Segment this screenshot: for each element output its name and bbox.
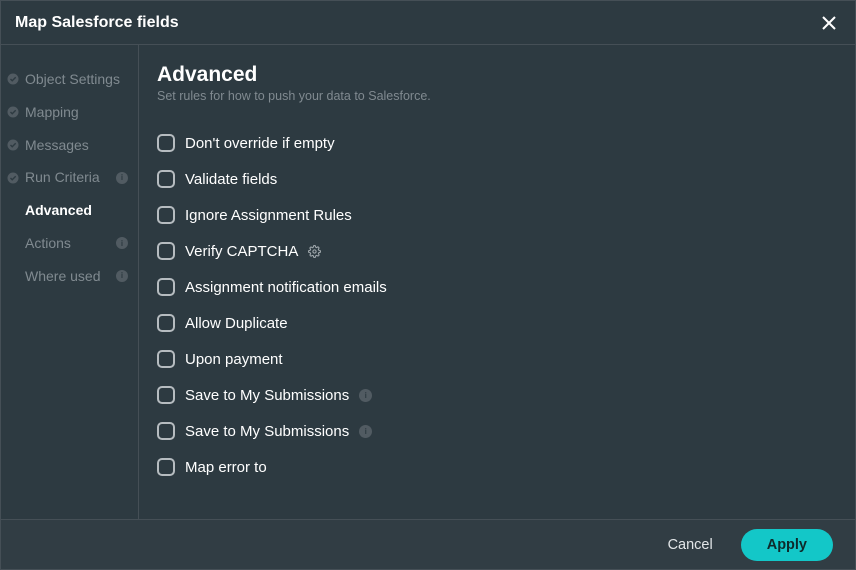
- checkbox[interactable]: [157, 350, 175, 368]
- close-button[interactable]: [817, 11, 841, 35]
- checkbox[interactable]: [157, 386, 175, 404]
- option-allow-duplicate: Allow Duplicate: [157, 305, 833, 341]
- sidebar-item-messages[interactable]: Messages: [1, 129, 138, 162]
- option-label: Validate fields: [185, 171, 277, 188]
- option-validate-fields: Validate fields: [157, 161, 833, 197]
- option-label: Upon payment: [185, 351, 283, 368]
- sidebar-item-label: Object Settings: [25, 71, 128, 88]
- option-label: Save to My Submissions: [185, 423, 349, 440]
- sidebar-item-actions[interactable]: Actions i: [1, 227, 138, 260]
- info-icon[interactable]: i: [359, 389, 372, 402]
- option-label: Assignment notification emails: [185, 279, 387, 296]
- sidebar-item-run-criteria[interactable]: Run Criteria i: [1, 161, 138, 194]
- sidebar-item-label: Messages: [25, 137, 128, 154]
- info-icon[interactable]: i: [359, 425, 372, 438]
- modal-body: Object Settings Mapping Messages Run Cri…: [1, 45, 855, 519]
- check-icon: [7, 73, 19, 85]
- check-icon: [7, 139, 19, 151]
- option-dont-override-if-empty: Don't override if empty: [157, 125, 833, 161]
- sidebar-item-label: Advanced: [25, 202, 128, 219]
- checkbox[interactable]: [157, 314, 175, 332]
- checkbox[interactable]: [157, 458, 175, 476]
- checkbox[interactable]: [157, 278, 175, 296]
- modal-map-salesforce-fields: Map Salesforce fields Object Settings Ma…: [0, 0, 856, 570]
- sidebar-item-advanced[interactable]: Advanced: [1, 194, 138, 227]
- checkbox[interactable]: [157, 134, 175, 152]
- close-icon: [821, 15, 837, 31]
- option-assignment-notification-emails: Assignment notification emails: [157, 269, 833, 305]
- sidebar-item-label: Where used: [25, 268, 110, 285]
- info-icon[interactable]: i: [116, 237, 128, 249]
- checkbox[interactable]: [157, 242, 175, 260]
- option-upon-payment: Upon payment: [157, 341, 833, 377]
- option-ignore-assignment-rules: Ignore Assignment Rules: [157, 197, 833, 233]
- option-label: Ignore Assignment Rules: [185, 207, 352, 224]
- option-label: Allow Duplicate: [185, 315, 288, 332]
- panel-heading: Advanced: [157, 63, 833, 87]
- titlebar: Map Salesforce fields: [1, 1, 855, 45]
- sidebar-item-mapping[interactable]: Mapping: [1, 96, 138, 129]
- check-icon: [7, 172, 19, 184]
- checkbox[interactable]: [157, 422, 175, 440]
- option-label: Map error to: [185, 459, 267, 476]
- option-label: Don't override if empty: [185, 135, 335, 152]
- sidebar: Object Settings Mapping Messages Run Cri…: [1, 45, 139, 519]
- option-save-to-my-submissions-1: Save to My Submissions i: [157, 377, 833, 413]
- checkbox[interactable]: [157, 206, 175, 224]
- option-save-to-my-submissions-2: Save to My Submissions i: [157, 413, 833, 449]
- sidebar-item-label: Mapping: [25, 104, 128, 121]
- info-icon[interactable]: i: [116, 172, 128, 184]
- panel-subtitle: Set rules for how to push your data to S…: [157, 89, 833, 103]
- check-icon: [7, 106, 19, 118]
- option-verify-captcha: Verify CAPTCHA: [157, 233, 833, 269]
- content-panel: Advanced Set rules for how to push your …: [139, 45, 855, 519]
- gear-icon[interactable]: [308, 245, 321, 258]
- cancel-button[interactable]: Cancel: [660, 531, 721, 559]
- info-icon[interactable]: i: [116, 270, 128, 282]
- sidebar-item-label: Actions: [25, 235, 110, 252]
- checkbox[interactable]: [157, 170, 175, 188]
- option-label: Save to My Submissions: [185, 387, 349, 404]
- modal-title: Map Salesforce fields: [15, 14, 179, 32]
- option-label: Verify CAPTCHA: [185, 243, 298, 260]
- apply-button[interactable]: Apply: [741, 529, 833, 561]
- sidebar-item-object-settings[interactable]: Object Settings: [1, 63, 138, 96]
- modal-footer: Cancel Apply: [1, 519, 855, 569]
- option-map-error-to: Map error to: [157, 449, 833, 485]
- sidebar-item-label: Run Criteria: [25, 169, 110, 186]
- sidebar-item-where-used[interactable]: Where used i: [1, 260, 138, 293]
